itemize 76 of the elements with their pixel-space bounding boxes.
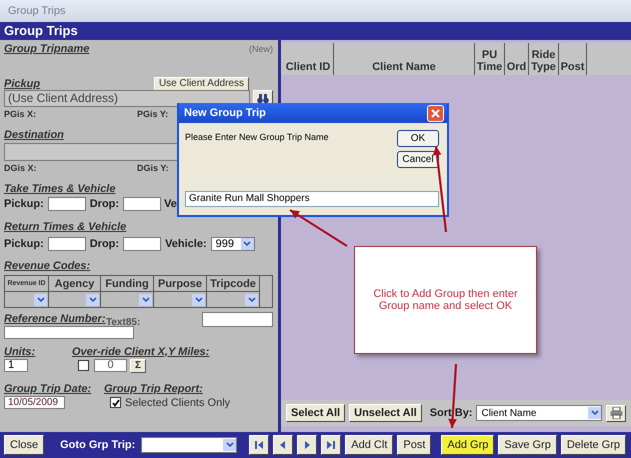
dialog-title: New Group Trip (184, 107, 266, 119)
field-label: Pickup: (4, 238, 44, 250)
toolbar-button[interactable]: Delete Grp (560, 435, 626, 455)
column-header: Funding (101, 276, 154, 292)
printer-icon[interactable] (606, 404, 626, 422)
trip-name-field[interactable]: Granite Run Mall Shoppers (185, 191, 439, 207)
field-label: Drop: (90, 238, 120, 250)
last-record-icon[interactable] (321, 435, 342, 455)
column-header: Purpose (154, 276, 207, 292)
field-label: PGis X: (4, 109, 36, 119)
first-record-icon[interactable] (249, 435, 270, 455)
callout: Click to Add Group then enter Group name and select OK (354, 246, 537, 354)
field-label: Sort By: (430, 407, 472, 419)
date-field[interactable]: 10/05/2009 (4, 396, 65, 409)
pickup-time-field[interactable] (48, 197, 86, 211)
sort-dropdown[interactable]: Client Name (476, 405, 602, 421)
field-label: PGis Y: (137, 109, 168, 119)
column-header: PU Time (475, 43, 505, 75)
drop-time-field[interactable] (123, 197, 162, 211)
field-label: Group Trip Date: (4, 382, 92, 394)
column-header: Post (559, 43, 587, 75)
close-button[interactable]: Close (4, 435, 44, 455)
field-label: Over-ride Client X,Y Miles: (72, 346, 210, 358)
toolbar-button[interactable]: Post (397, 435, 432, 455)
units-field[interactable]: 1 (4, 359, 28, 372)
close-icon[interactable] (427, 104, 444, 122)
dialog-prompt: Please Enter New Group Trip Name (185, 132, 329, 142)
checkbox-label: Selected Clients Only (125, 396, 230, 408)
section-label: Revenue Codes: (4, 260, 90, 272)
cancel-button[interactable]: Cancel (397, 151, 439, 168)
column-header: Client Name (334, 43, 475, 75)
reference-number-field[interactable] (4, 326, 134, 339)
unselect-all-button[interactable]: Unselect All (349, 404, 422, 422)
field-label: Pickup (4, 78, 40, 90)
field-label: Units: (4, 346, 36, 358)
select-all-button[interactable]: Select All (286, 404, 346, 422)
arrow (289, 209, 348, 247)
goto-trip-dropdown[interactable] (141, 437, 238, 453)
form-header: Group Trips (0, 22, 631, 40)
section-label: Return Times & Vehicle (4, 221, 126, 233)
column-header: Ride Type (529, 43, 559, 75)
toolbar-button[interactable]: Save Grp (498, 435, 557, 455)
field-label: DGis Y: (137, 163, 169, 173)
field-label: Reference Number: (4, 313, 106, 325)
record-status: (New) (249, 44, 273, 54)
pickup-time-field[interactable] (48, 237, 86, 251)
column-header: Tripcode (207, 276, 260, 292)
field-label: Group Tripname (4, 43, 90, 55)
checkbox[interactable] (78, 360, 89, 371)
column-header: Ord (505, 43, 529, 75)
sum-button[interactable]: Σ (130, 358, 146, 372)
field-label: Goto Grp Trip: (60, 439, 136, 451)
field-label: Vehicle: (165, 238, 207, 250)
column-header: Agency (49, 276, 101, 292)
section-label: Take Times & Vehicle (4, 183, 116, 195)
field-label: Pickup: (4, 198, 44, 210)
miles-field[interactable]: 0 (94, 359, 127, 372)
ok-button[interactable]: OK (397, 130, 439, 147)
drop-time-field[interactable] (123, 237, 162, 251)
use-client-address-button[interactable]: Use Client Address (154, 76, 249, 90)
field-label: Ve (164, 198, 177, 210)
vehicle-dropdown[interactable]: 999 (210, 237, 255, 251)
column-header: Client ID (283, 43, 334, 75)
text85-field[interactable] (202, 312, 273, 326)
window-title: Group Trips (0, 0, 631, 22)
pickup-field[interactable]: (Use Client Address) (4, 90, 250, 107)
toolbar-button[interactable]: Add Grp (441, 435, 494, 455)
next-icon[interactable] (297, 435, 318, 455)
field-label: Text85: (106, 317, 140, 328)
field-label: Destination (4, 128, 64, 140)
field-label: Drop: (90, 198, 120, 210)
previous-icon[interactable] (273, 435, 294, 455)
field-label: DGis X: (4, 163, 37, 173)
toolbar-button[interactable]: Add Clt (345, 435, 394, 455)
field-label: Group Trip Report: (104, 382, 203, 394)
checkbox[interactable] (110, 397, 121, 408)
